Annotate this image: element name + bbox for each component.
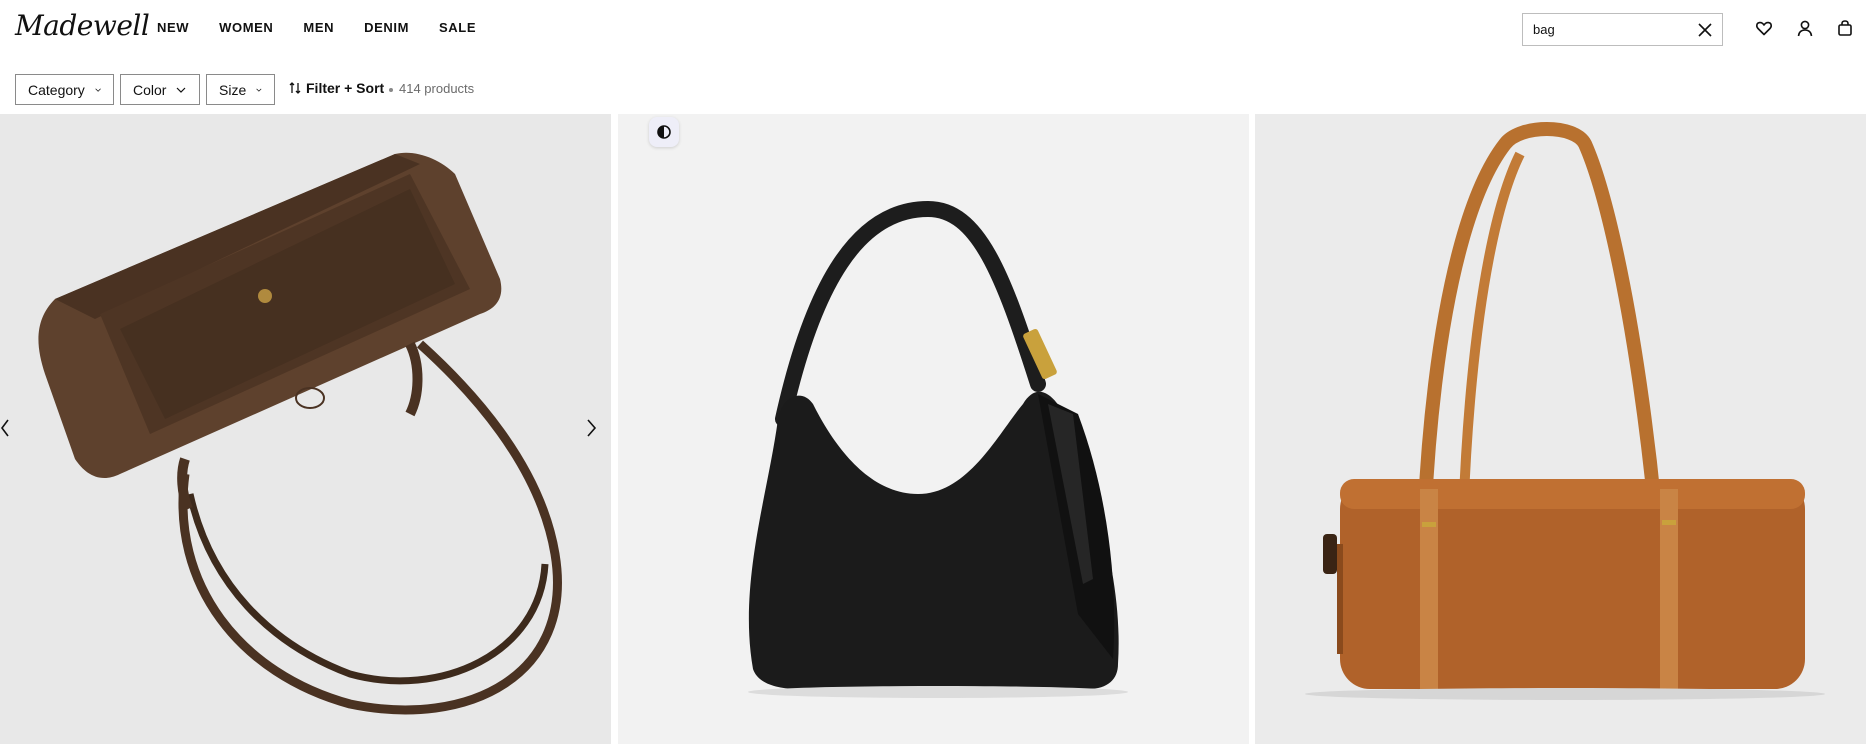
main-nav: NEW WOMEN MEN DENIM SALE bbox=[157, 18, 506, 38]
search-box bbox=[1522, 13, 1723, 46]
chevron-down-icon bbox=[256, 88, 262, 92]
chevron-left-icon[interactable] bbox=[0, 416, 10, 445]
heart-icon[interactable] bbox=[1754, 18, 1774, 38]
color-filter-label: Color bbox=[133, 81, 167, 98]
half-circle-icon[interactable] bbox=[649, 117, 679, 147]
product-tile-1[interactable] bbox=[0, 114, 611, 744]
brand-logo[interactable]: Madewell bbox=[15, 8, 150, 44]
nav-item-new[interactable]: NEW bbox=[157, 18, 189, 38]
category-filter-label: Category bbox=[28, 81, 85, 98]
category-filter-button[interactable]: Category bbox=[15, 74, 114, 105]
size-filter-label: Size bbox=[219, 81, 247, 98]
filter-sort-label: Filter + Sort bbox=[306, 80, 385, 96]
filter-sort-button[interactable]: Filter + Sort bbox=[289, 80, 384, 96]
user-icon[interactable] bbox=[1795, 18, 1815, 38]
product-count: 414 products bbox=[389, 81, 474, 96]
close-icon[interactable] bbox=[1696, 21, 1714, 39]
sort-icon bbox=[289, 82, 301, 94]
search-input[interactable] bbox=[1533, 14, 1693, 45]
product-tile-2[interactable] bbox=[618, 114, 1249, 744]
color-filter-button[interactable]: Color bbox=[120, 74, 200, 105]
product-tile-3[interactable] bbox=[1255, 114, 1866, 744]
tan-leather-bag-image bbox=[1305, 122, 1825, 700]
chevron-down-icon bbox=[177, 87, 186, 93]
site-header: Madewell NEW WOMEN MEN DENIM SALE bbox=[0, 0, 1866, 56]
black-leather-bag-image bbox=[748, 200, 1128, 698]
nav-item-sale[interactable]: SALE bbox=[439, 18, 476, 38]
brown-suede-bag-image bbox=[38, 152, 562, 715]
bag-icon[interactable] bbox=[1835, 18, 1855, 38]
dot-separator bbox=[389, 87, 393, 92]
filter-bar: Category Color Size Filter + Sort 414 pr… bbox=[0, 74, 1866, 106]
product-count-text: 414 products bbox=[399, 81, 475, 96]
chevron-right-icon[interactable] bbox=[586, 416, 598, 445]
nav-item-men[interactable]: MEN bbox=[303, 18, 334, 38]
size-filter-button[interactable]: Size bbox=[206, 74, 275, 105]
nav-item-women[interactable]: WOMEN bbox=[219, 18, 273, 38]
nav-item-denim[interactable]: DENIM bbox=[364, 18, 409, 38]
chevron-down-icon bbox=[95, 87, 101, 92]
